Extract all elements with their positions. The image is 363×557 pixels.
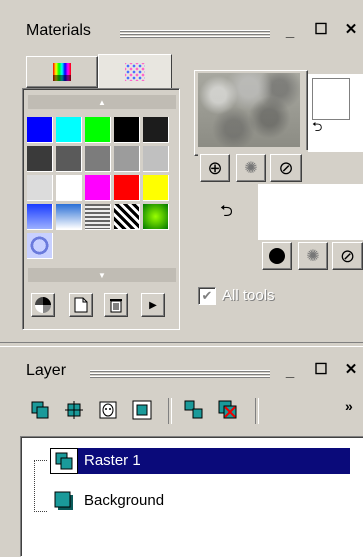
transparent-button[interactable]: ⊘ <box>270 154 302 182</box>
materials-title: Materials <box>26 22 91 39</box>
swatch-gradient-blue[interactable] <box>27 204 53 230</box>
swatch-options-button[interactable] <box>31 293 55 317</box>
solid-circle-icon <box>269 248 285 264</box>
layer-title: Layer <box>26 362 67 379</box>
swatch-scroll-down[interactable]: ▼ <box>28 268 176 282</box>
swap-materials-icon[interactable]: ⮌ <box>220 200 233 227</box>
new-mask-icon <box>99 401 117 419</box>
color-inner-swatch[interactable] <box>312 78 350 120</box>
texture-icon: ✺ <box>306 248 320 265</box>
layer-close-button[interactable]: ✕ <box>343 362 359 378</box>
tab-color-picker[interactable] <box>26 56 98 88</box>
swatch-000000[interactable] <box>114 117 140 143</box>
new-adjustment-layer-icon <box>132 400 152 420</box>
duplicate-layer-icon <box>184 400 203 419</box>
materials-drag-grip[interactable] <box>120 30 270 38</box>
swatch-00ff00[interactable] <box>85 117 111 143</box>
layer-drag-grip[interactable] <box>90 370 270 378</box>
swatch-ffff00[interactable] <box>143 175 169 201</box>
layer-name: Raster 1 <box>78 448 350 474</box>
delete-layer-button[interactable] <box>216 398 240 422</box>
swatch-1c1c1c[interactable] <box>143 117 169 143</box>
materials-close-button[interactable]: ✕ <box>343 22 359 38</box>
swatch-00ffff[interactable] <box>56 117 82 143</box>
swatch-0000ff[interactable] <box>27 117 53 143</box>
materials-maximize-button[interactable]: ☐ <box>313 22 329 38</box>
all-tools-label: All tools <box>222 287 275 304</box>
texture-icon: ✺ <box>244 160 258 177</box>
layer-row-raster-1[interactable]: Raster 1 <box>50 448 350 474</box>
background-material-box[interactable] <box>258 184 363 244</box>
toolbar-overflow-button[interactable]: » <box>345 398 353 414</box>
swatch-options-icon <box>35 297 51 313</box>
swatch-pattern-circles[interactable] <box>27 233 53 259</box>
swatch-7c7c7c[interactable] <box>85 146 111 172</box>
layer-maximize-button[interactable]: ☐ <box>313 362 329 378</box>
toolbar-separator <box>168 398 172 424</box>
bg-style-button[interactable] <box>262 242 292 270</box>
swatch-9c9c9c[interactable] <box>114 146 140 172</box>
bg-transparent-button[interactable]: ⊘ <box>332 242 363 270</box>
swatch-5a5a5a[interactable] <box>56 146 82 172</box>
layer-minimize-button[interactable]: _ <box>282 364 298 380</box>
swap-colors-icon[interactable]: ⮌ <box>312 118 322 140</box>
more-options-button[interactable]: ▶ <box>141 293 165 317</box>
swatch-ff00ff[interactable] <box>85 175 111 201</box>
delete-swatch-button[interactable] <box>104 293 128 317</box>
swatch-gradient-sky[interactable] <box>56 204 82 230</box>
delete-layer-icon <box>218 400 237 419</box>
duplicate-layer-button[interactable] <box>182 398 206 422</box>
globe-icon: ⊕ <box>207 157 223 178</box>
materials-minimize-button[interactable]: _ <box>282 24 298 40</box>
swatch-grid <box>27 117 175 267</box>
delete-swatch-icon <box>110 299 122 313</box>
layer-tree-lines <box>34 460 47 512</box>
swatch-c0c0c0[interactable] <box>143 146 169 172</box>
new-mask-layer-button[interactable] <box>96 398 120 422</box>
new-raster-layer-icon <box>31 401 49 419</box>
new-raster-layer-button[interactable] <box>28 398 52 422</box>
tab-swatches[interactable] <box>98 54 172 89</box>
no-symbol-icon: ⊘ <box>278 157 294 178</box>
swatch-ff0000[interactable] <box>114 175 140 201</box>
swatch-3a3a3a[interactable] <box>27 146 53 172</box>
no-symbol-icon: ⊘ <box>339 245 356 266</box>
texture-toggle-button[interactable]: ✺ <box>236 154 266 182</box>
more-arrow-icon: ▶ <box>149 299 157 311</box>
raster-layer-icon <box>55 452 73 470</box>
new-vector-layer-button[interactable] <box>62 398 86 422</box>
panel-divider <box>0 342 363 347</box>
bg-texture-button[interactable]: ✺ <box>298 242 328 270</box>
new-vector-layer-icon <box>65 401 83 419</box>
layer-row-background[interactable]: Background <box>50 488 350 514</box>
new-swatch-button[interactable] <box>69 293 93 317</box>
swatch-pattern-zebra[interactable] <box>114 204 140 230</box>
swatch-ffffff[interactable] <box>56 175 82 201</box>
swatch-pattern-stripes[interactable] <box>85 204 111 230</box>
checkmark-icon: ✔ <box>201 288 213 303</box>
swatch-dcdcdc[interactable] <box>27 175 53 201</box>
layer-name: Background <box>84 492 165 509</box>
swatch-scroll-up[interactable]: ▲ <box>28 95 176 109</box>
toolbar-separator <box>255 398 259 424</box>
background-layer-icon <box>54 491 73 510</box>
all-tools-checkbox[interactable]: ✔ <box>198 287 216 305</box>
spectrum-icon <box>53 63 71 81</box>
swatches-icon <box>125 63 145 81</box>
swatch-gradient-green[interactable] <box>143 204 169 230</box>
material-style-button[interactable]: ⊕ <box>200 154 230 182</box>
new-adjustment-layer-button[interactable] <box>130 398 154 422</box>
texture-preview[interactable] <box>198 73 300 147</box>
new-swatch-icon <box>74 297 88 313</box>
